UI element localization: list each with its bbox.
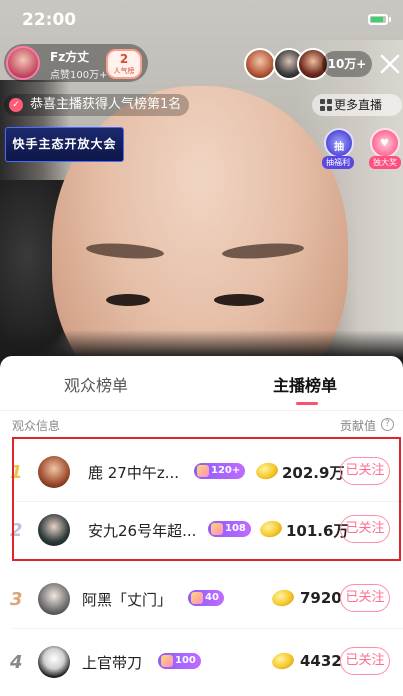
close-icon[interactable]	[378, 50, 402, 78]
status-time: 22:00	[22, 10, 77, 30]
user-name: 阿黑「丈门」	[82, 591, 173, 609]
user-avatar[interactable]	[38, 646, 70, 678]
event-banner[interactable]: 快手主态开放大会	[5, 127, 124, 162]
follow-button[interactable]: 已关注	[340, 647, 390, 675]
coin-icon	[270, 650, 296, 672]
rank-number: 4	[10, 652, 23, 673]
popularity-rank: 2	[119, 52, 129, 66]
level-badge: 40	[188, 590, 224, 606]
level-badge: 100	[158, 653, 201, 669]
battery-icon	[368, 14, 388, 25]
tab-host-ranking[interactable]: 主播榜单	[273, 372, 337, 396]
battery-tip	[389, 17, 391, 22]
viewer-avatar[interactable]	[244, 48, 276, 80]
tab-audience-ranking[interactable]: 观众榜单	[64, 372, 128, 396]
prize-icon-text: ♥	[380, 138, 389, 149]
lottery-icon-text: 抽	[334, 142, 344, 153]
host-name: Fz方丈	[50, 50, 90, 64]
lottery-label: 抽福利	[322, 156, 354, 169]
viewer-count[interactable]: 10万+	[322, 51, 372, 77]
coin-icon	[270, 587, 296, 609]
tab-divider	[0, 410, 403, 411]
follow-button[interactable]: 已关注	[340, 584, 390, 612]
active-tab-indicator	[296, 402, 318, 405]
grid-icon	[320, 99, 332, 111]
ranking-notice: 恭喜主播获得人气榜第1名	[4, 94, 190, 116]
highlight-box	[12, 437, 401, 561]
rank-number: 3	[10, 589, 23, 610]
popularity-label: 人气榜	[113, 67, 135, 75]
ranking-row[interactable]: 3 阿黑「丈门」 40 7920 已关注	[0, 571, 403, 629]
contribution-value: 7920	[300, 589, 342, 607]
column-header-contribution: 贡献值	[340, 419, 377, 433]
streamer-eye	[106, 294, 150, 306]
ranking-notice-icon: ✓	[9, 98, 23, 112]
host-likes: 点赞100万+	[50, 70, 108, 81]
popularity-badge[interactable]: 2 人气榜	[106, 49, 142, 79]
info-icon[interactable]: ?	[381, 418, 394, 431]
streamer-eye	[214, 294, 264, 306]
user-avatar[interactable]	[38, 583, 70, 615]
prize-label: 独大奖	[369, 156, 401, 169]
contribution-value: 4432	[300, 652, 342, 670]
column-header-audience: 观众信息	[12, 419, 61, 433]
host-avatar[interactable]	[6, 46, 40, 80]
user-name: 上官带刀	[82, 654, 143, 672]
row-divider	[12, 628, 403, 629]
ranking-row[interactable]: 4 上官带刀 100 4432 已关注	[0, 634, 403, 692]
